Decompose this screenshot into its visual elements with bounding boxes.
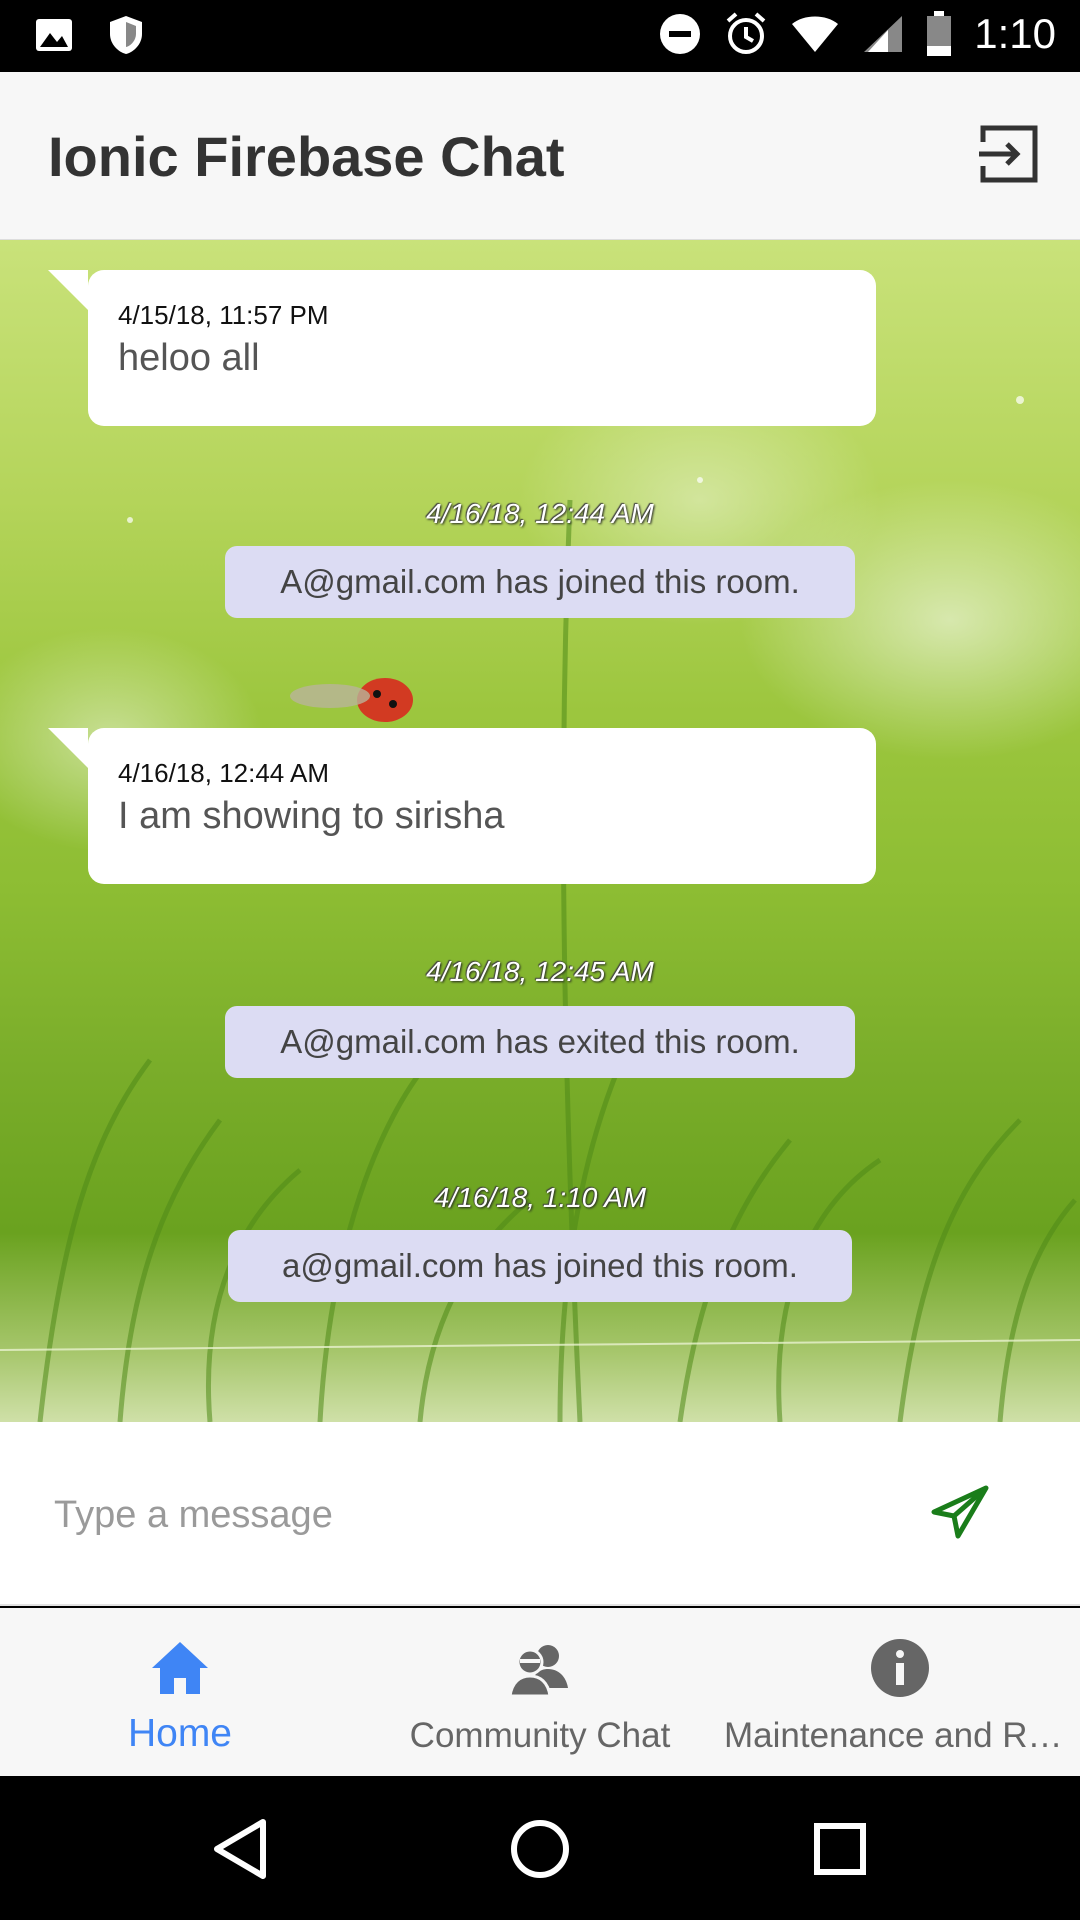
message-time: 4/15/18, 11:57 PM xyxy=(118,300,329,330)
tab-label: Maintenance and Re... xyxy=(724,1716,1077,1755)
send-icon xyxy=(931,1485,989,1539)
wifi-icon xyxy=(792,16,839,52)
status-time: 1:10 xyxy=(974,10,1056,57)
system-message: a@gmail.com has joined this room. xyxy=(228,1230,852,1302)
status-bar: 1:10 xyxy=(0,0,1080,72)
community-chat-icon xyxy=(508,1645,568,1698)
home-icon xyxy=(152,1642,208,1694)
back-icon[interactable] xyxy=(205,1814,275,1884)
message-text: I am showing to sirisha xyxy=(118,795,505,837)
ladybug-icon xyxy=(290,678,413,722)
page-title: Ionic Firebase Chat xyxy=(48,125,565,188)
info-icon xyxy=(871,1639,929,1697)
system-nav-bar xyxy=(0,1776,1080,1920)
tab-label: Home xyxy=(127,1712,233,1755)
tab-label: Community Chat xyxy=(409,1716,671,1755)
logout-icon xyxy=(979,125,1038,183)
system-message: A@gmail.com has joined this room. xyxy=(225,546,855,618)
logout-button[interactable] xyxy=(972,118,1044,190)
tab-maintenance[interactable]: Maintenance and Re... xyxy=(720,1608,1080,1776)
tab-community-chat[interactable]: Community Chat xyxy=(360,1608,720,1776)
tab-bar: Home Community Chat Maintenance and Re..… xyxy=(0,1608,1080,1776)
user-message: 4/15/18, 11:57 PM heloo all xyxy=(48,270,876,426)
message-composer xyxy=(0,1422,1080,1606)
send-button[interactable] xyxy=(930,1484,994,1548)
home-circle-icon[interactable] xyxy=(505,1814,575,1884)
system-message-time: 4/16/18, 1:10 AM xyxy=(433,1182,647,1213)
recents-icon[interactable] xyxy=(805,1814,875,1884)
app-header: Ionic Firebase Chat xyxy=(0,72,1080,240)
system-message-time: 4/16/18, 12:45 AM xyxy=(426,956,654,987)
image-icon xyxy=(36,19,72,51)
signal-icon xyxy=(864,16,903,52)
message-input[interactable] xyxy=(54,1482,854,1548)
user-message: 4/16/18, 12:44 AM I am showing to sirish… xyxy=(48,728,876,884)
do-not-disturb-icon xyxy=(660,14,701,54)
shield-icon xyxy=(110,16,142,54)
alarm-icon xyxy=(726,12,766,54)
system-message: A@gmail.com has exited this room. xyxy=(225,1006,855,1078)
chat-content[interactable]: 4/15/18, 11:57 PM heloo all 4/16/18, 12:… xyxy=(0,240,1080,1422)
message-time: 4/16/18, 12:44 AM xyxy=(118,758,330,788)
message-text: heloo all xyxy=(118,337,260,379)
system-message-time: 4/16/18, 12:44 AM xyxy=(426,498,654,529)
battery-icon xyxy=(927,11,952,56)
tab-home[interactable]: Home xyxy=(0,1608,360,1776)
